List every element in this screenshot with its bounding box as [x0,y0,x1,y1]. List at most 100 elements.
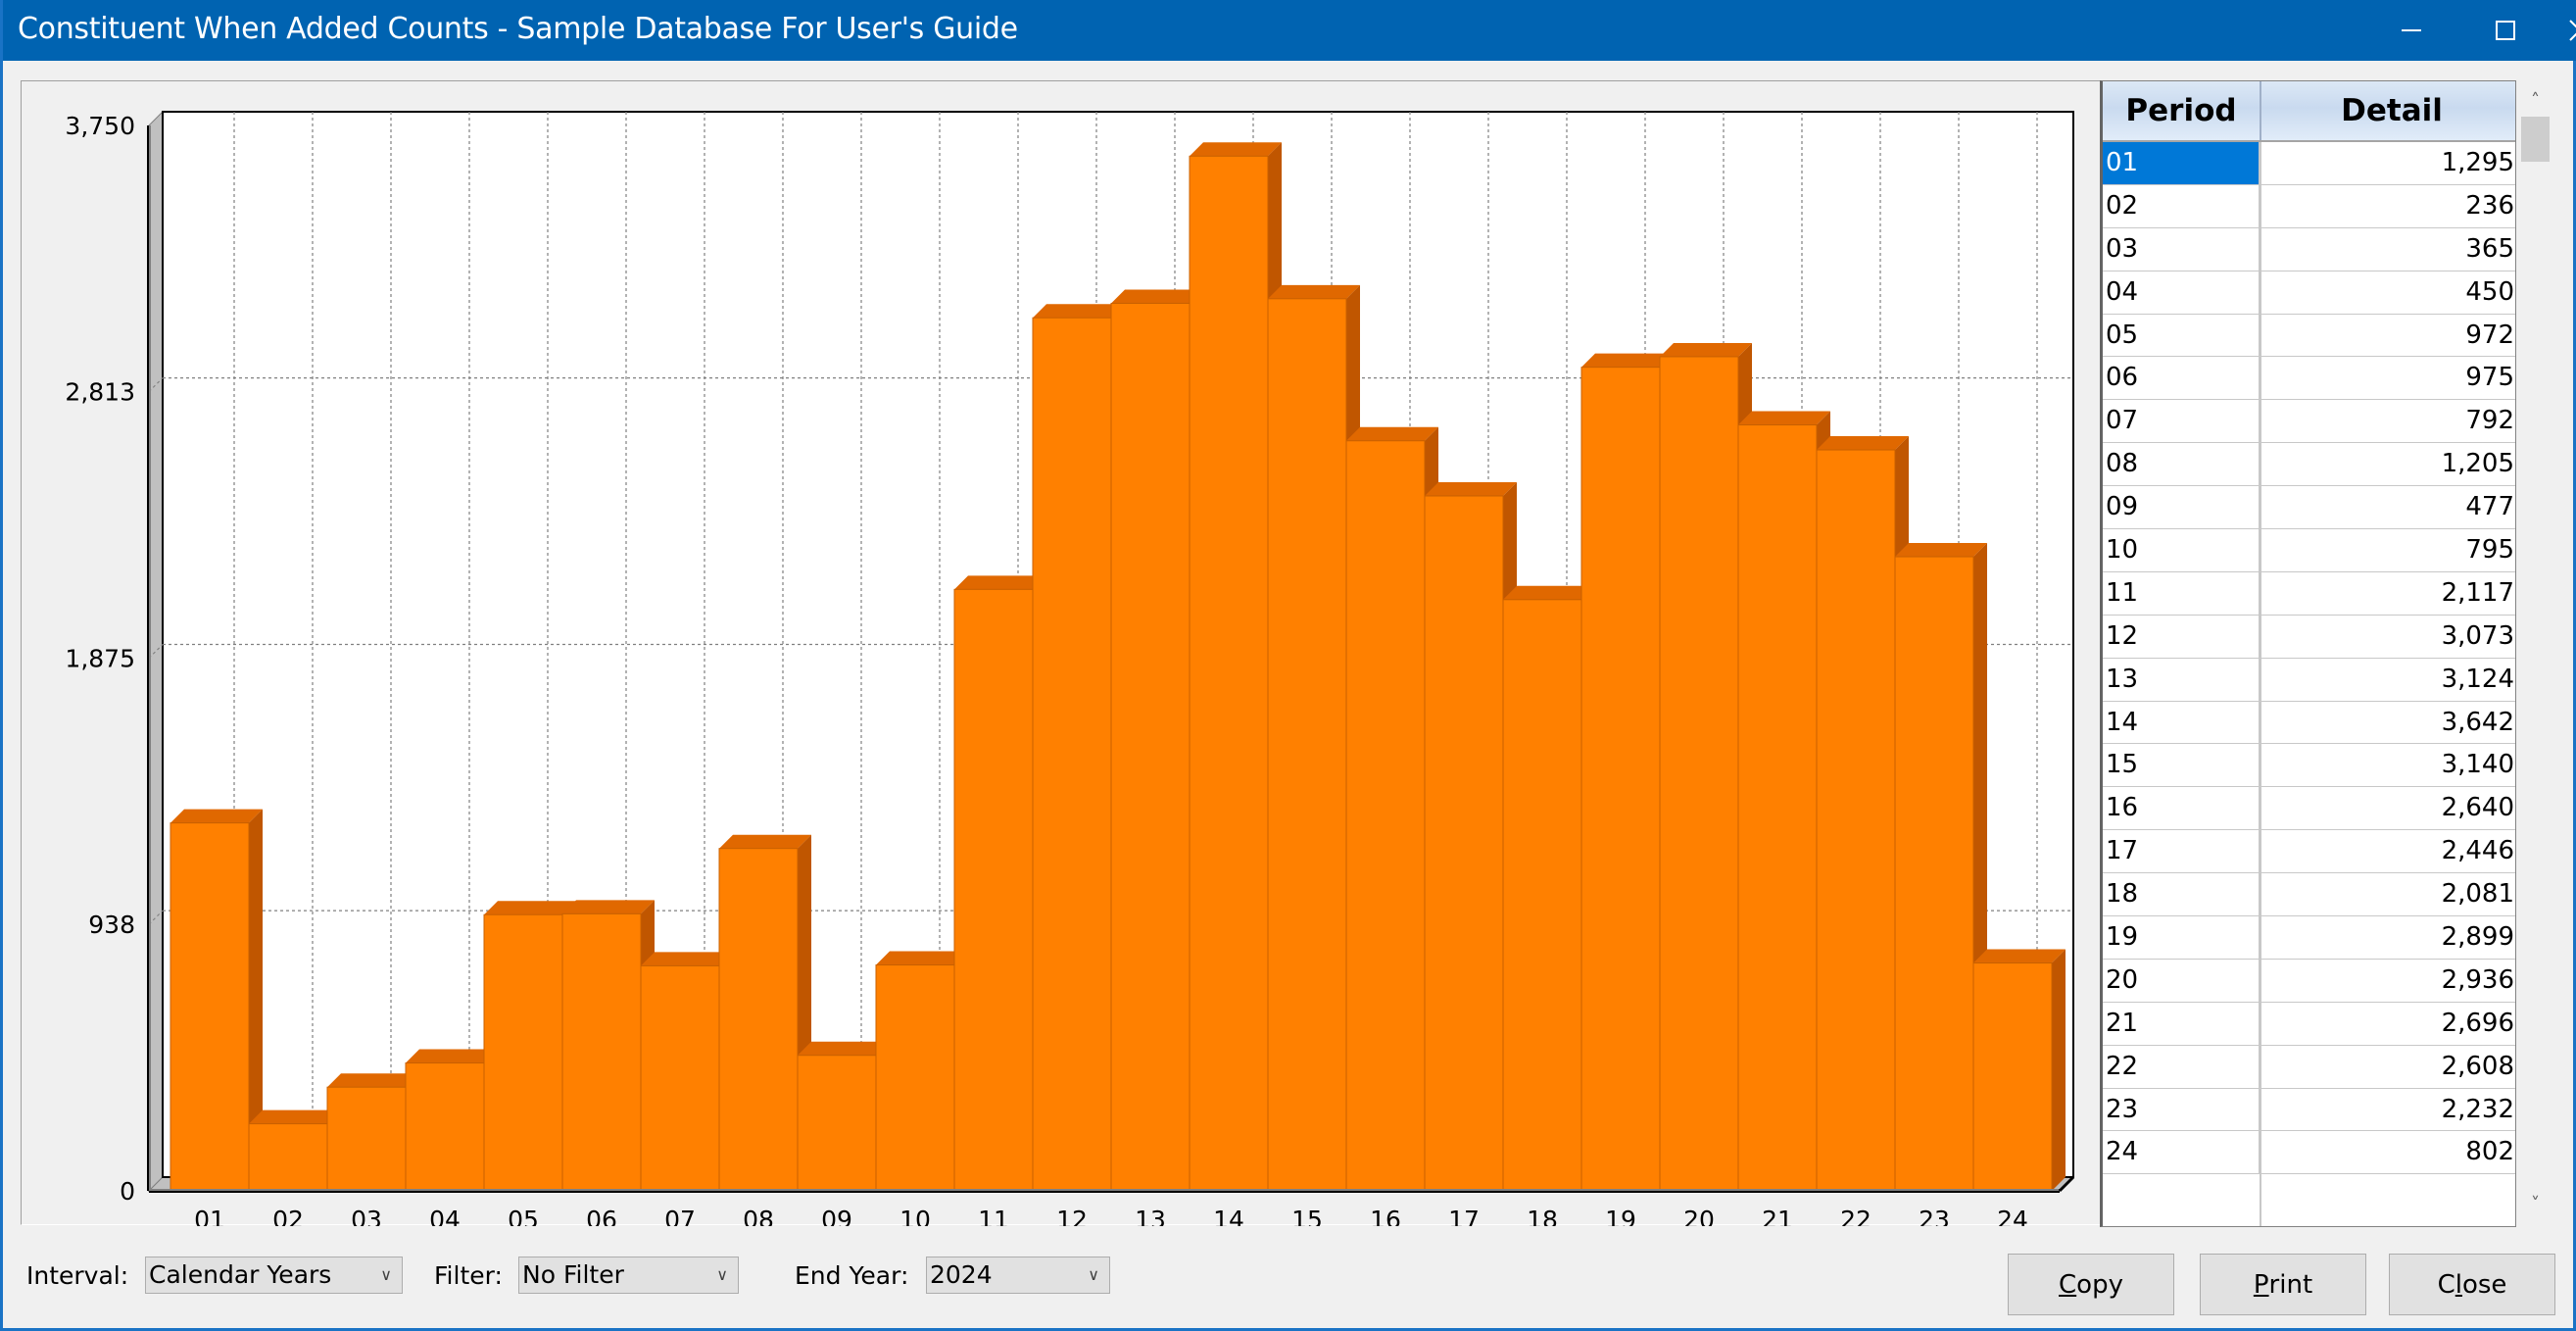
copy-button[interactable]: Copy [2008,1254,2174,1315]
table-row[interactable]: 01 1,295 [2103,142,2515,185]
cell-period[interactable]: 22 [2103,1045,2260,1088]
cell-period[interactable]: 13 [2103,658,2260,701]
scroll-thumb[interactable] [2521,117,2550,162]
cell-period[interactable]: 23 [2103,1088,2260,1131]
cell-detail[interactable]: 975 [2260,357,2515,399]
close-button[interactable]: Cl ose [2389,1254,2555,1315]
cell-period[interactable]: 05 [2103,314,2260,357]
cell-period[interactable]: 14 [2103,701,2260,744]
copy-label: opy [2076,1269,2123,1300]
table-row[interactable]: 19 2,899 [2103,916,2515,960]
bar-top [562,900,655,914]
cell-period[interactable]: 12 [2103,615,2260,658]
cell-period[interactable]: 09 [2103,486,2260,529]
end-year-dropdown[interactable]: 2024 ∨ [926,1257,1110,1294]
table-row[interactable]: 10 795 [2103,529,2515,572]
x-tick-label: 12 [1056,1206,1088,1226]
cell-period[interactable]: 19 [2103,916,2260,959]
cell-detail[interactable]: 2,608 [2260,1046,2515,1088]
bar-top [1268,284,1360,299]
cell-period[interactable]: 18 [2103,873,2260,916]
table-row[interactable]: 23 2,232 [2103,1088,2515,1132]
interval-dropdown[interactable]: Calendar Years ∨ [145,1257,403,1294]
table-body: 01 1,295 02 236 03 365 04 450 05 972 06 975 07 792 08 1… [2103,142,2515,1175]
cell-detail[interactable]: 802 [2260,1131,2515,1173]
x-tick-label: 23 [1919,1206,1950,1226]
table-row[interactable]: 15 3,140 [2103,744,2515,788]
table-vertical-scrollbar[interactable]: ˄ ˅ [2519,81,2552,1225]
cell-detail[interactable]: 795 [2260,529,2515,571]
minimize-button[interactable] [2362,0,2460,61]
cell-period[interactable]: 08 [2103,443,2260,486]
cell-detail[interactable]: 3,140 [2260,744,2515,786]
cell-period[interactable]: 21 [2103,1002,2260,1045]
table-row[interactable]: 07 792 [2103,400,2515,444]
table-row[interactable]: 17 2,446 [2103,830,2515,874]
cell-period[interactable]: 17 [2103,830,2260,873]
table-row[interactable]: 05 972 [2103,314,2515,358]
cell-detail[interactable]: 477 [2260,486,2515,528]
cell-detail[interactable]: 2,117 [2260,572,2515,615]
cell-detail[interactable]: 2,899 [2260,916,2515,959]
cell-period[interactable]: 10 [2103,529,2260,571]
cell-period[interactable]: 24 [2103,1131,2260,1174]
x-tick-label: 22 [1840,1206,1871,1226]
table-row[interactable]: 06 975 [2103,357,2515,401]
cell-period[interactable]: 03 [2103,227,2260,271]
cell-detail[interactable]: 236 [2260,185,2515,227]
cell-period[interactable]: 02 [2103,184,2260,227]
cell-period[interactable]: 07 [2103,400,2260,443]
cell-detail[interactable]: 972 [2260,315,2515,357]
x-tick-label: 11 [978,1206,1009,1226]
filter-dropdown[interactable]: No Filter ∨ [518,1257,739,1294]
table-row[interactable]: 18 2,081 [2103,873,2515,917]
table-row[interactable]: 11 2,117 [2103,571,2515,616]
cell-detail[interactable]: 1,295 [2260,142,2515,184]
cell-period[interactable]: 11 [2103,571,2260,615]
cell-detail[interactable]: 2,936 [2260,960,2515,1002]
cell-detail[interactable]: 3,073 [2260,616,2515,658]
cell-period[interactable]: 16 [2103,787,2260,830]
table-row[interactable]: 04 450 [2103,271,2515,315]
cell-period[interactable]: 04 [2103,271,2260,314]
column-header-period[interactable]: Period [2103,81,2261,140]
cell-detail[interactable]: 2,640 [2260,787,2515,829]
table-row[interactable]: 20 2,936 [2103,959,2515,1003]
scroll-up-icon[interactable]: ˄ [2519,83,2552,117]
cell-detail[interactable]: 2,446 [2260,830,2515,872]
cell-detail[interactable]: 2,696 [2260,1003,2515,1045]
table-row[interactable]: 02 236 [2103,184,2515,228]
column-header-detail[interactable]: Detail [2261,81,2515,140]
cell-detail[interactable]: 2,232 [2260,1089,2515,1131]
table-row[interactable]: 24 802 [2103,1131,2515,1175]
bar [953,588,1034,1192]
print-button[interactable]: Print [2200,1254,2366,1315]
cell-period[interactable]: 06 [2103,357,2260,400]
table-row[interactable]: 16 2,640 [2103,787,2515,831]
close-icon [2569,20,2576,41]
cell-period[interactable]: 20 [2103,959,2260,1002]
bar-top [1895,543,1987,558]
table-row[interactable]: 03 365 [2103,227,2515,271]
close-button-titlebar[interactable] [2531,0,2576,61]
table-row[interactable]: 12 3,073 [2103,615,2515,659]
x-tick-label: 15 [1291,1206,1323,1226]
table-row[interactable]: 21 2,696 [2103,1002,2515,1046]
cell-period[interactable]: 01 [2103,142,2260,184]
cell-detail[interactable]: 365 [2260,228,2515,271]
table-row[interactable]: 13 3,124 [2103,658,2515,702]
cell-period[interactable]: 15 [2103,744,2260,787]
table-row[interactable]: 22 2,608 [2103,1045,2515,1089]
table-row[interactable]: 09 477 [2103,486,2515,530]
table-row[interactable]: 08 1,205 [2103,443,2515,487]
cell-detail[interactable]: 450 [2260,271,2515,314]
scroll-down-icon[interactable]: ˅ [2519,1187,2552,1220]
x-tick-label: 24 [1997,1206,2028,1226]
x-tick-label: 02 [272,1206,304,1226]
cell-detail[interactable]: 792 [2260,400,2515,442]
cell-detail[interactable]: 2,081 [2260,873,2515,915]
cell-detail[interactable]: 3,124 [2260,659,2515,701]
cell-detail[interactable]: 3,642 [2260,702,2515,744]
cell-detail[interactable]: 1,205 [2260,443,2515,485]
table-row[interactable]: 14 3,642 [2103,701,2515,745]
